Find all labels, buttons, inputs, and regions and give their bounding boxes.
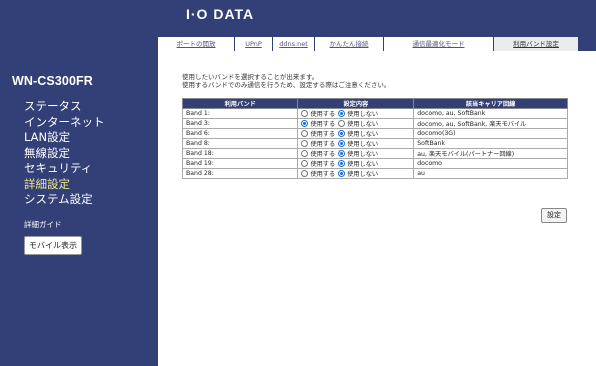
guide-link[interactable]: 詳細ガイド xyxy=(24,219,62,230)
use-label[interactable]: 使用する xyxy=(310,141,335,148)
tab-upnp[interactable]: UPnP xyxy=(235,37,273,51)
use-radio[interactable] xyxy=(301,120,309,127)
sidebar: WN-CS300FR ステータス インターネット LAN設定 無線設定 セキュリ… xyxy=(0,0,158,366)
band-setting: 使用する 使用しない xyxy=(297,128,415,139)
nouse-label[interactable]: 使用しない xyxy=(347,171,378,178)
band-name: Band 28: xyxy=(181,168,299,179)
use-radio[interactable] xyxy=(301,140,309,147)
use-radio[interactable] xyxy=(301,150,309,157)
nouse-radio[interactable] xyxy=(338,170,346,177)
nouse-label[interactable]: 使用しない xyxy=(347,111,378,118)
carrier-list: docomo(3G) xyxy=(413,128,568,139)
sidebar-item-advanced[interactable]: 詳細設定 xyxy=(24,177,105,193)
nouse-radio[interactable] xyxy=(338,110,346,117)
table-row: Band 8: 使用する 使用しない SoftBank xyxy=(181,138,568,149)
table-row: Band 18: 使用する 使用しない au, 楽天モバイル(パートナー回線) xyxy=(181,148,568,159)
header-carrier: 該当キャリア回線 xyxy=(413,98,568,109)
use-label[interactable]: 使用する xyxy=(310,121,335,128)
nouse-label[interactable]: 使用しない xyxy=(347,131,378,138)
tab-port-forwarding[interactable]: ポートの開放 xyxy=(158,37,235,51)
set-button[interactable]: 設定 xyxy=(541,208,567,223)
use-radio[interactable] xyxy=(301,110,309,117)
nouse-radio[interactable] xyxy=(338,130,346,137)
carrier-list: SoftBank xyxy=(413,138,568,149)
nouse-radio[interactable] xyxy=(338,120,346,127)
band-name: Band 18: xyxy=(181,148,299,159)
carrier-list: au xyxy=(413,168,568,179)
tab-ddns[interactable]: ddns.net xyxy=(273,37,315,51)
carrier-list: docomo, au, SoftBank, 楽天モバイル xyxy=(413,118,568,129)
intro-line-2: 使用するバンドでのみ通信を行うため、設定する際はご注意ください。 xyxy=(182,80,391,89)
page: WN-CS300FR ステータス インターネット LAN設定 無線設定 セキュリ… xyxy=(0,0,596,366)
sidebar-item-lan[interactable]: LAN設定 xyxy=(24,130,105,146)
nouse-radio[interactable] xyxy=(338,140,346,147)
band-setting: 使用する 使用しない xyxy=(297,108,415,119)
band-name: Band 3: xyxy=(181,118,299,129)
tab-easy-connect[interactable]: かんたん接続 xyxy=(315,37,384,51)
band-setting: 使用する 使用しない xyxy=(297,158,415,169)
band-name: Band 8: xyxy=(181,138,299,149)
use-label[interactable]: 使用する xyxy=(310,161,335,168)
band-setting: 使用する 使用しない xyxy=(297,138,415,149)
table-row: Band 19: 使用する 使用しない docomo xyxy=(181,158,568,169)
table-row: Band 6: 使用する 使用しない docomo(3G) xyxy=(181,128,568,139)
tab-band-settings[interactable]: 利用バンド設定 xyxy=(494,37,579,51)
tab-optimization-mode[interactable]: 通信最適化モード xyxy=(384,37,494,51)
nouse-radio[interactable] xyxy=(338,160,346,167)
table-row: Band 28: 使用する 使用しない au xyxy=(181,168,568,179)
band-table: 利用バンド 設定内容 該当キャリア回線 Band 1: 使用する 使用しない doco… xyxy=(181,98,568,179)
use-label[interactable]: 使用する xyxy=(310,131,335,138)
nouse-label[interactable]: 使用しない xyxy=(347,161,378,168)
band-setting: 使用する 使用しない xyxy=(297,168,415,179)
use-radio[interactable] xyxy=(301,130,309,137)
intro-text: 使用したいバンドを選択することが出来ます。 使用するバンドでのみ通信を行うため、… xyxy=(182,73,391,89)
table-row: Band 3: 使用する 使用しない docomo, au, SoftBank, 楽天… xyxy=(181,118,568,129)
header-band: 利用バンド xyxy=(181,98,299,109)
carrier-list: docomo, au, SoftBank xyxy=(413,108,568,119)
table-header-row: 利用バンド 設定内容 該当キャリア回線 xyxy=(181,98,568,109)
sidebar-item-system[interactable]: システム設定 xyxy=(24,192,105,208)
sidebar-menu: ステータス インターネット LAN設定 無線設定 セキュリティ 詳細設定 システ… xyxy=(24,99,105,208)
carrier-list: au, 楽天モバイル(パートナー回線) xyxy=(413,148,568,159)
band-name: Band 1: xyxy=(181,108,299,119)
band-setting: 使用する 使用しない xyxy=(297,118,415,129)
sidebar-item-security[interactable]: セキュリティ xyxy=(24,161,105,177)
header: I·O DATA xyxy=(158,0,596,29)
nouse-label[interactable]: 使用しない xyxy=(347,121,378,128)
nouse-label[interactable]: 使用しない xyxy=(347,151,378,158)
tab-bar: ポートの開放 UPnP ddns.net かんたん接続 通信最適化モード 利用バ… xyxy=(158,29,596,51)
band-name: Band 19: xyxy=(181,158,299,169)
sidebar-item-status[interactable]: ステータス xyxy=(24,99,105,115)
use-radio[interactable] xyxy=(301,160,309,167)
sidebar-item-wireless[interactable]: 無線設定 xyxy=(24,146,105,162)
nouse-radio[interactable] xyxy=(338,150,346,157)
use-label[interactable]: 使用する xyxy=(310,171,335,178)
table-row: Band 1: 使用する 使用しない docomo, au, SoftBank xyxy=(181,108,568,119)
use-label[interactable]: 使用する xyxy=(310,151,335,158)
carrier-list: docomo xyxy=(413,158,568,169)
band-name: Band 6: xyxy=(181,128,299,139)
model-name: WN-CS300FR xyxy=(12,74,93,88)
use-label[interactable]: 使用する xyxy=(310,111,335,118)
brand-logo: I·O DATA xyxy=(186,6,255,22)
mobile-view-button[interactable]: モバイル表示 xyxy=(24,236,82,255)
sidebar-item-internet[interactable]: インターネット xyxy=(24,115,105,131)
nouse-label[interactable]: 使用しない xyxy=(347,141,378,148)
use-radio[interactable] xyxy=(301,170,309,177)
band-setting: 使用する 使用しない xyxy=(297,148,415,159)
band-rows: Band 1: 使用する 使用しない docomo, au, SoftBank Band… xyxy=(181,108,568,179)
header-setting: 設定内容 xyxy=(297,98,415,109)
